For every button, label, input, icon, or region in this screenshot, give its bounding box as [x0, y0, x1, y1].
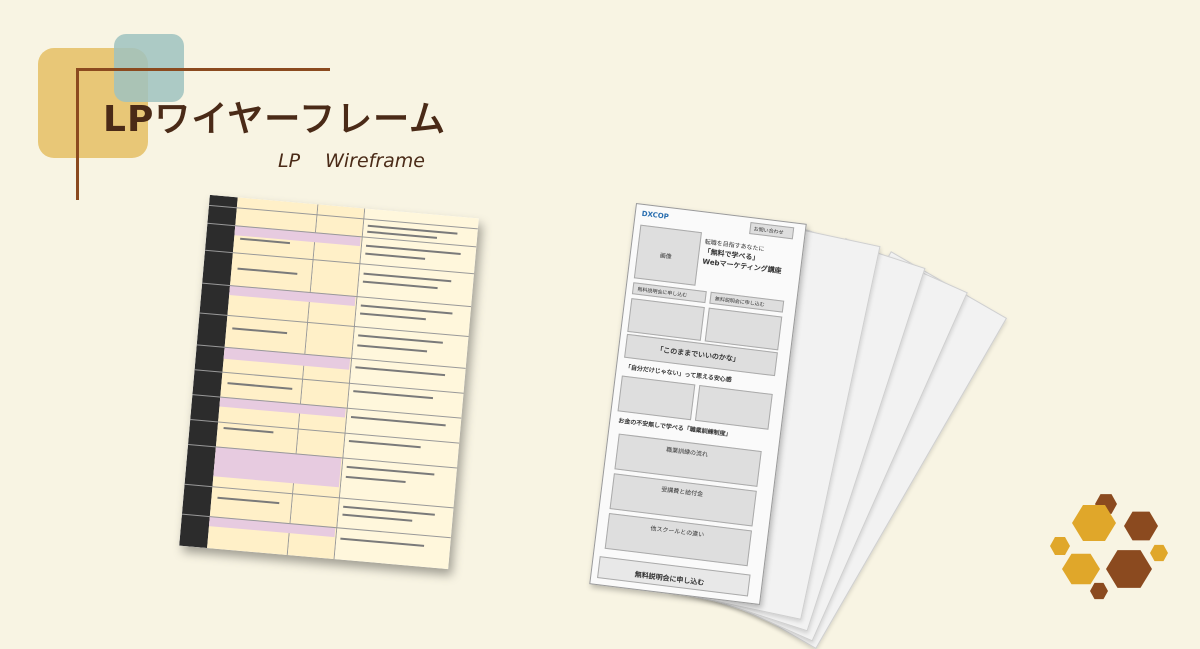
hexagon-decoration: [1150, 544, 1168, 562]
hexagon-decoration: [1106, 550, 1152, 588]
hexagon-decoration: [1062, 553, 1100, 585]
hexagon-decoration: [1124, 511, 1158, 541]
page-title: LPワイヤーフレーム: [103, 99, 447, 140]
hexagon-decoration: [1090, 582, 1108, 600]
wireframe-menu: お問い合わせ: [749, 222, 795, 240]
spreadsheet-thumbnail: [179, 194, 479, 570]
wireframe-logo: DXCOP: [641, 209, 670, 222]
page-subtitle: LP Wireframe: [278, 150, 425, 172]
wireframe-image: [617, 375, 696, 421]
title-frame-vertical-line: [76, 68, 79, 200]
wireframe-image: [694, 385, 773, 430]
hexagon-decoration: [1050, 537, 1070, 555]
title-frame-horizontal-line: [76, 68, 330, 71]
wireframe-hero-image: 画像: [633, 224, 702, 286]
